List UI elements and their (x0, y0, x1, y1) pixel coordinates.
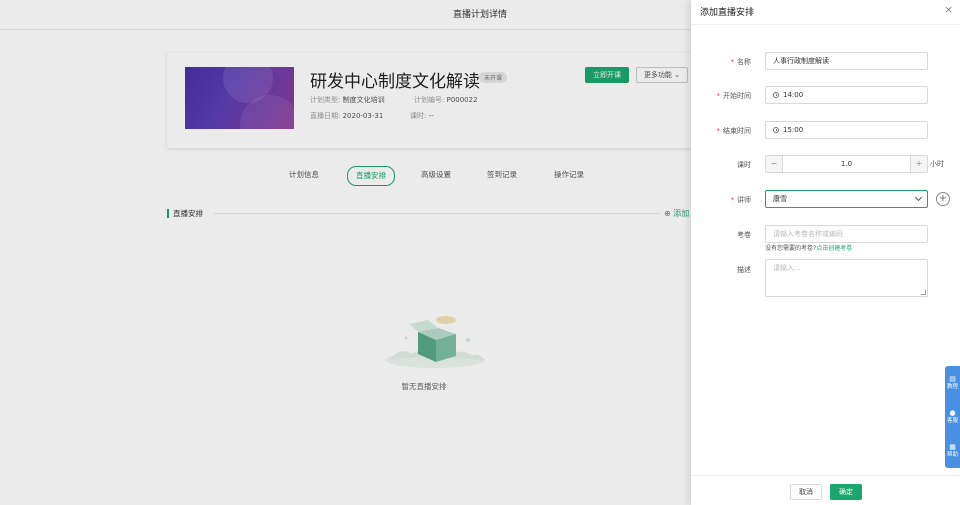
lecturer-label: * 讲师 (730, 196, 752, 204)
hours-unit: 小时 (930, 160, 944, 168)
hours-stepper: − 1.0 + (765, 155, 928, 173)
description-label: 描述 (737, 266, 751, 274)
float-item-service[interactable]: ● 客服 (945, 400, 960, 434)
close-icon[interactable]: × (944, 4, 953, 16)
exam-hint: 没有您需要的考卷?点击创建考卷 (765, 245, 853, 252)
drawer-footer: 取消 确定 (691, 475, 960, 505)
end-time-input[interactable]: 15:00 (765, 121, 928, 139)
exam-input[interactable]: 请输入考卷名称或编码 (765, 225, 928, 243)
end-time-label: * 结束时间 (716, 127, 752, 135)
hours-label: 课时 (737, 161, 751, 169)
name-input[interactable]: 人事行政制度解读 (765, 52, 928, 70)
lecturer-select[interactable]: 康雪 (765, 190, 928, 208)
drawer-title: 添加直播安排 (700, 8, 755, 18)
add-lecturer-icon[interactable]: + (936, 192, 950, 206)
description-textarea[interactable]: 请输入... (765, 259, 928, 297)
start-time-input[interactable]: 14:00 (765, 86, 928, 104)
exam-label: 考卷 (737, 231, 751, 239)
increment-button[interactable]: + (910, 156, 927, 172)
create-exam-link[interactable]: 点击创建考卷 (816, 245, 852, 252)
hours-value[interactable]: 1.0 (783, 156, 910, 172)
drawer-divider (691, 24, 960, 25)
float-item-tutorial[interactable]: ▤ 教程 (945, 366, 960, 400)
doc-icon: ▦ (949, 443, 956, 451)
cancel-button[interactable]: 取消 (790, 484, 822, 500)
name-label: * 名称 (730, 58, 752, 66)
book-icon: ▤ (949, 375, 956, 383)
start-time-label: * 开始时间 (716, 92, 752, 100)
chat-icon: ● (949, 409, 956, 417)
confirm-button[interactable]: 确定 (830, 484, 862, 500)
add-schedule-drawer: 添加直播安排 × * 名称 人事行政制度解读 * 开始时间 14:00 * 结束时间 … (691, 0, 960, 505)
floating-help-bar: ▤ 教程 ● 客服 ▦ 帮助 (945, 366, 960, 468)
chevron-down-icon (914, 193, 923, 202)
resize-handle[interactable] (921, 290, 926, 295)
clock-icon (773, 126, 779, 133)
decrement-button[interactable]: − (766, 156, 783, 172)
float-item-help[interactable]: ▦ 帮助 (945, 434, 960, 468)
clock-icon (773, 91, 779, 98)
